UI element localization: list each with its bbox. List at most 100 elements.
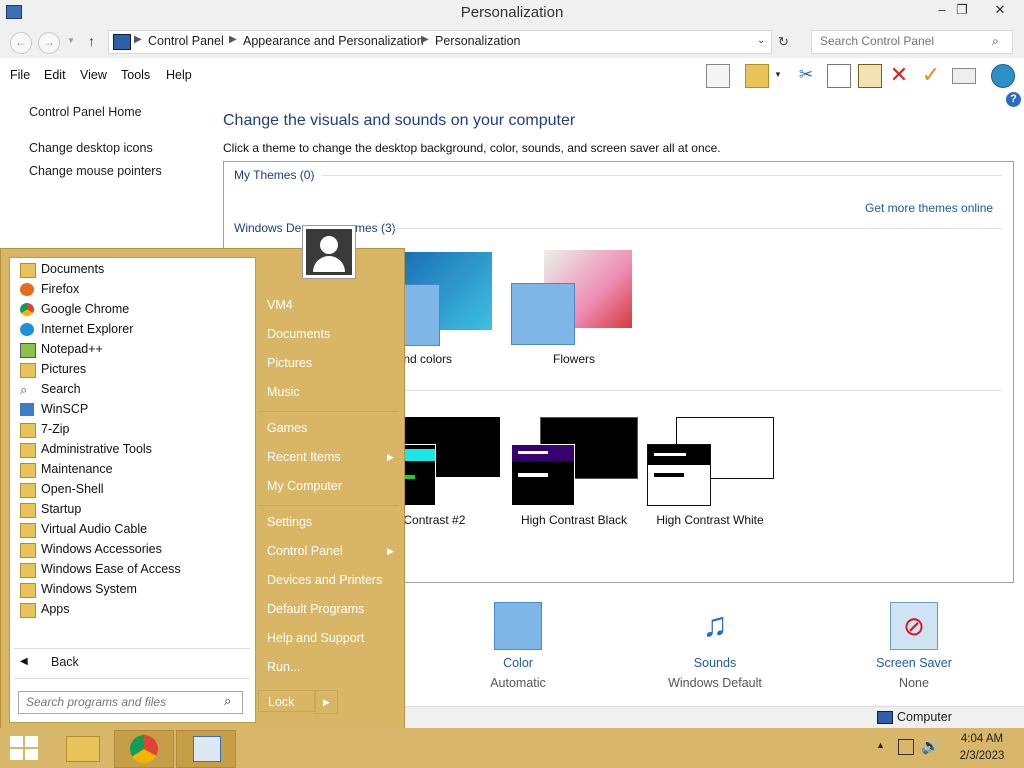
menu-edit[interactable]: Edit xyxy=(44,68,66,82)
up-arrow-icon[interactable]: ↑ xyxy=(88,33,95,49)
taskbar-control-panel[interactable] xyxy=(176,730,236,768)
screen-saver-icon[interactable]: ⊘ xyxy=(890,602,938,650)
folder-icon xyxy=(20,503,36,518)
copy-icon[interactable] xyxy=(827,64,851,88)
screen-saver-link[interactable]: Screen Saver xyxy=(854,656,974,670)
control-panel-home-link[interactable]: Control Panel Home xyxy=(29,105,142,119)
start-item-run[interactable]: Run... xyxy=(267,660,300,674)
folder-view-icon[interactable] xyxy=(745,64,769,88)
windows-default-themes-label: Windows De xyxy=(234,221,302,235)
menu-tools[interactable]: Tools xyxy=(121,68,150,82)
volume-icon[interactable]: 🔊 xyxy=(921,737,940,755)
clock-time[interactable]: 4:04 AM xyxy=(954,733,1010,745)
taskbar: ▲ 🔊 4:04 AM 2/3/2023 xyxy=(0,728,1024,768)
start-item-music[interactable]: Music xyxy=(267,385,300,399)
start-item-my-computer[interactable]: My Computer xyxy=(267,479,342,493)
screen-saver-value: None xyxy=(899,676,929,690)
search-icon[interactable]: ⌕ xyxy=(224,693,231,709)
sounds-link[interactable]: Sounds xyxy=(655,656,775,670)
get-more-themes-link[interactable]: Get more themes online xyxy=(865,201,993,215)
back-button[interactable]: Back xyxy=(51,655,79,669)
view-dropdown-icon[interactable]: ▼ xyxy=(774,70,782,79)
delete-icon[interactable]: ✕ xyxy=(888,64,910,86)
start-search-input[interactable] xyxy=(24,694,218,710)
network-icon[interactable] xyxy=(898,739,914,755)
refresh-icon[interactable]: ↻ xyxy=(778,34,789,50)
programs-panel: Documents Firefox Google Chrome Internet… xyxy=(9,257,256,723)
color-fan-icon xyxy=(511,283,575,345)
cut-icon[interactable]: ✂ xyxy=(795,64,817,86)
paste-icon[interactable] xyxy=(858,64,882,88)
notepad-plus-plus-icon xyxy=(20,343,36,358)
menu-view[interactable]: View xyxy=(80,68,107,82)
start-item-help-support[interactable]: Help and Support xyxy=(267,631,364,645)
rename-icon[interactable] xyxy=(952,68,976,84)
color-icon[interactable] xyxy=(494,602,542,650)
taskbar-chrome[interactable] xyxy=(114,730,174,768)
theme-label-hc2[interactable]: igh Contrast #2 xyxy=(384,513,524,527)
start-item-vm4[interactable]: VM4 xyxy=(267,298,293,312)
breadcrumb-separator-icon[interactable]: ▶ xyxy=(229,34,237,45)
folder-icon xyxy=(20,583,36,598)
start-item-settings[interactable]: Settings xyxy=(267,515,312,529)
computer-icon xyxy=(877,711,893,724)
taskbar-file-explorer[interactable] xyxy=(54,730,112,766)
maximize-button[interactable]: ❐ xyxy=(948,0,976,22)
search-box[interactable]: ⌕ xyxy=(811,30,1013,54)
start-item-documents[interactable]: Documents xyxy=(267,327,330,341)
avatar[interactable] xyxy=(302,225,356,279)
divider xyxy=(402,390,1002,391)
recent-pages-chevron-icon[interactable]: ▼ xyxy=(67,36,75,45)
preview-pane-icon[interactable] xyxy=(706,64,730,88)
search-input[interactable] xyxy=(818,33,992,49)
start-item-devices-printers[interactable]: Devices and Printers xyxy=(267,573,382,587)
back-arrow-icon[interactable]: ← xyxy=(10,32,32,54)
file-explorer-icon xyxy=(66,736,100,762)
breadcrumb-separator-icon[interactable]: ▶ xyxy=(421,34,429,45)
start-item-games[interactable]: Games xyxy=(267,421,307,435)
theme-label-hc-white[interactable]: High Contrast White xyxy=(640,513,780,527)
apps-folder-icon xyxy=(20,603,36,618)
address-bar[interactable]: ▶ Control Panel ▶ Appearance and Persona… xyxy=(108,30,772,54)
theme-label-flowers[interactable]: Flowers xyxy=(504,352,644,366)
start-item-control-panel[interactable]: Control Panel xyxy=(267,544,343,558)
hc-black-window-icon xyxy=(511,444,575,506)
properties-check-icon[interactable]: ✓ xyxy=(920,64,942,86)
start-search-box[interactable]: ⌕ xyxy=(18,691,243,714)
winscp-icon xyxy=(20,403,34,416)
close-button[interactable]: ✕ xyxy=(986,0,1014,22)
breadcrumb-control-panel[interactable]: Control Panel xyxy=(148,34,224,48)
breadcrumb-personalization[interactable]: Personalization xyxy=(435,34,520,48)
start-item-pictures[interactable]: Pictures xyxy=(267,356,312,370)
hc-white-window-icon xyxy=(647,444,711,506)
start-item-recent-items[interactable]: Recent Items xyxy=(267,450,341,464)
help-icon[interactable]: ? xyxy=(1006,92,1021,107)
forward-arrow-icon[interactable]: → xyxy=(38,32,60,54)
sounds-icon[interactable]: ♫ xyxy=(690,602,740,648)
change-desktop-icons-link[interactable]: Change desktop icons xyxy=(29,141,153,155)
submenu-arrow-icon: ▶ xyxy=(387,452,394,462)
globe-icon[interactable] xyxy=(991,64,1015,88)
theme-label-hc-black[interactable]: High Contrast Black xyxy=(504,513,644,527)
shutdown-options-chevron-icon[interactable]: ▶ xyxy=(315,690,338,714)
menu-help[interactable]: Help xyxy=(166,68,192,82)
breadcrumb-separator-icon[interactable]: ▶ xyxy=(134,34,142,45)
page-description: Click a theme to change the desktop back… xyxy=(223,141,721,155)
lock-button[interactable]: Lock xyxy=(258,690,315,712)
folder-icon xyxy=(20,523,36,538)
internet-explorer-icon xyxy=(20,323,34,336)
divider xyxy=(14,678,250,679)
address-dropdown-icon[interactable]: ⌄ xyxy=(757,35,765,46)
folder-icon xyxy=(20,443,36,458)
clock-date[interactable]: 2/3/2023 xyxy=(954,750,1010,762)
breadcrumb-appearance[interactable]: Appearance and Personalization xyxy=(243,34,424,48)
windows-start-icon[interactable] xyxy=(10,736,38,760)
show-hidden-icons-chevron-icon[interactable]: ▲ xyxy=(876,740,885,750)
menu-file[interactable]: File xyxy=(10,68,30,82)
color-link[interactable]: Color xyxy=(458,656,578,670)
sounds-value: Windows Default xyxy=(668,676,762,690)
back-arrow-icon[interactable]: ◀ xyxy=(20,656,28,667)
start-item-default-programs[interactable]: Default Programs xyxy=(267,602,364,616)
search-icon[interactable]: ⌕ xyxy=(992,34,999,49)
change-mouse-pointers-link[interactable]: Change mouse pointers xyxy=(29,164,162,178)
